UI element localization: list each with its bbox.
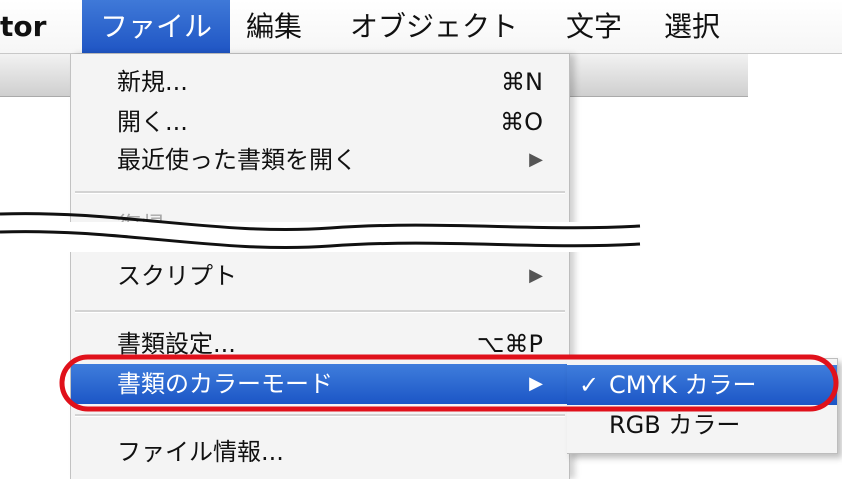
submenu-item-label: CMYK カラー [609, 371, 757, 399]
menu-object[interactable]: オブジェクト [350, 0, 518, 53]
shortcut-label: ⌥⌘P [476, 330, 543, 358]
submenu-item-label: RGB カラー [609, 411, 741, 439]
checkmark-icon: ✓ [579, 371, 600, 399]
submenu-arrow-icon: ▶ [529, 149, 543, 170]
menu-item-document-setup[interactable]: 書類設定... ⌥⌘P [71, 324, 569, 364]
menu-item-file-info[interactable]: ファイル情報... [71, 432, 569, 472]
menu-item-open-recent[interactable]: 最近使った書類を開く ▶ [71, 140, 569, 180]
omission-break [0, 222, 640, 252]
menu-item-label: スクリプト [117, 262, 237, 290]
menu-item-label: 新規... [117, 68, 188, 96]
submenu-arrow-icon: ▶ [529, 265, 543, 286]
submenu-item-cmyk[interactable]: ✓ CMYK カラー [567, 365, 837, 405]
menu-separator [75, 414, 565, 417]
app-menu[interactable]: tor [0, 0, 46, 53]
submenu-arrow-icon: ▶ [529, 373, 543, 394]
submenu-item-rgb[interactable]: RGB カラー [567, 405, 837, 445]
color-mode-submenu: ✓ CMYK カラー RGB カラー [567, 358, 838, 454]
menu-item-label: 書類のカラーモード [117, 370, 333, 398]
menu-item-scripts[interactable]: スクリプト ▶ [71, 256, 569, 296]
menu-item-label: ファイル情報... [117, 438, 284, 466]
menu-item-new[interactable]: 新規... ⌘N [71, 62, 569, 102]
menu-separator [75, 191, 565, 194]
menu-bar: tor ファイル 編集 オブジェクト 文字 選択 [0, 0, 842, 54]
menu-text[interactable]: 文字 [566, 0, 622, 53]
menu-item-label: 最近使った書類を開く [117, 146, 357, 174]
menu-file[interactable]: ファイル [82, 0, 230, 53]
file-menu-dropdown: 新規... ⌘N 開く... ⌘O 最近使った書類を開く ▶ 復帰 スクリプト … [70, 54, 570, 479]
menu-item-open[interactable]: 開く... ⌘O [71, 102, 569, 142]
menu-item-document-color-mode[interactable]: 書類のカラーモード ▶ [71, 364, 569, 404]
shortcut-label: ⌘N [501, 68, 543, 96]
shortcut-label: ⌘O [500, 108, 543, 136]
menu-edit[interactable]: 編集 [246, 0, 302, 53]
menu-separator [75, 310, 565, 313]
menu-select[interactable]: 選択 [664, 0, 720, 53]
menu-item-label: 書類設定... [117, 330, 236, 358]
menu-item-label: 開く... [117, 108, 188, 136]
